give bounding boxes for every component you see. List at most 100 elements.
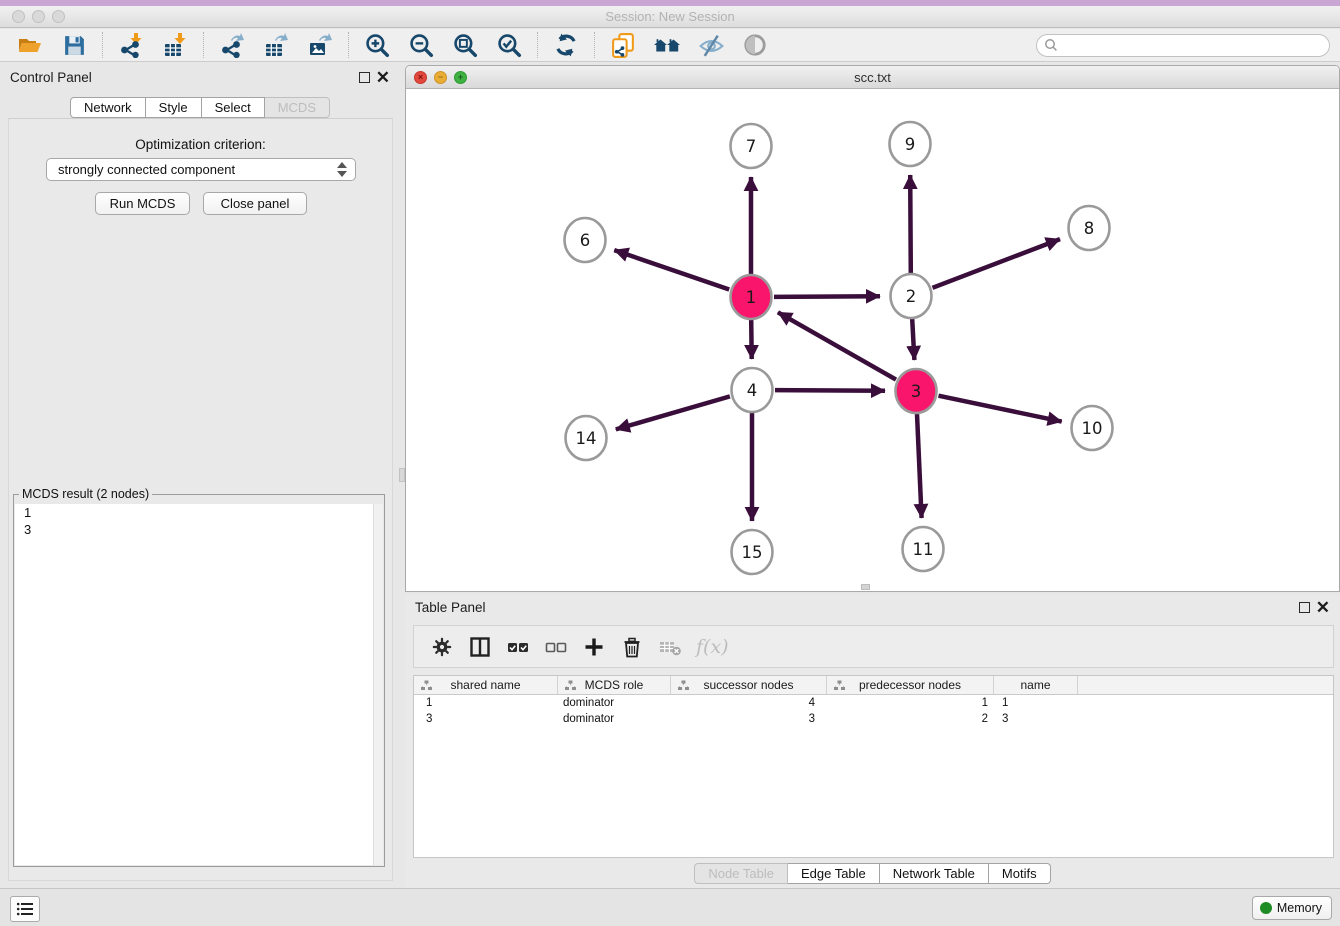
task-history-button[interactable] bbox=[10, 896, 40, 922]
graph-edge-3-10[interactable] bbox=[939, 396, 1062, 422]
zoom-in-button[interactable] bbox=[362, 30, 392, 60]
zoom-fit-button[interactable] bbox=[450, 30, 480, 60]
graph-edge-1-2[interactable] bbox=[774, 296, 880, 297]
column-header-name[interactable]: name bbox=[994, 676, 1078, 694]
graph-edge-3-11[interactable] bbox=[917, 414, 922, 518]
divider-grabber[interactable] bbox=[399, 468, 405, 482]
cell-successor-nodes[interactable]: 4 bbox=[671, 695, 827, 711]
run-mcds-button[interactable]: Run MCDS bbox=[95, 192, 190, 215]
graph-edge-2-3[interactable] bbox=[912, 319, 914, 360]
control-panel-tabs: Network Style Select MCDS bbox=[0, 97, 400, 118]
memory-button[interactable]: Memory bbox=[1252, 896, 1332, 920]
cell-predecessor-nodes[interactable]: 1 bbox=[827, 695, 994, 711]
column-type-icon bbox=[834, 680, 845, 691]
tab-node-table[interactable]: Node Table bbox=[694, 863, 788, 884]
graph-node-11[interactable]: 11 bbox=[903, 527, 944, 571]
mcds-result-line: 1 bbox=[15, 504, 383, 521]
run-mcds-label: Run MCDS bbox=[110, 196, 176, 211]
tab-select[interactable]: Select bbox=[202, 97, 265, 118]
apply-function-button[interactable]: f(x) bbox=[696, 635, 729, 659]
tab-style[interactable]: Style bbox=[146, 97, 202, 118]
network-canvas[interactable]: 7 9 6 8 1 2 4 3 14 10 15 11 bbox=[406, 89, 1339, 591]
graph-node-10[interactable]: 10 bbox=[1072, 406, 1113, 450]
cell-mcds-role[interactable]: dominator bbox=[558, 711, 671, 727]
graph-node-9[interactable]: 9 bbox=[890, 122, 931, 166]
graph-node-6[interactable]: 6 bbox=[565, 218, 606, 262]
graph-node-15[interactable]: 15 bbox=[732, 530, 773, 574]
graph-node-label: 10 bbox=[1082, 419, 1103, 438]
tab-network-table[interactable]: Network Table bbox=[880, 863, 989, 884]
network-window-titlebar[interactable]: × − + scc.txt bbox=[406, 66, 1339, 89]
graph-edge-2-9[interactable] bbox=[910, 175, 911, 273]
cell-shared-name[interactable]: 1 bbox=[414, 695, 558, 711]
criterion-select[interactable]: strongly connected component bbox=[46, 158, 356, 181]
canvas-grabber[interactable] bbox=[861, 584, 870, 590]
table-row[interactable]: 1 dominator 4 1 1 bbox=[414, 695, 1333, 711]
cell-name[interactable]: 1 bbox=[994, 695, 1078, 711]
graph-edge-2-8[interactable] bbox=[933, 239, 1061, 288]
float-table-panel-icon[interactable] bbox=[1299, 602, 1310, 613]
export-network-icon bbox=[219, 32, 245, 58]
close-panel-button[interactable]: Close panel bbox=[203, 192, 307, 215]
graph-edge-4-14[interactable] bbox=[616, 396, 730, 429]
toolbar-separator bbox=[203, 32, 204, 58]
save-session-button[interactable] bbox=[59, 30, 89, 60]
export-table-button[interactable] bbox=[261, 30, 291, 60]
column-header-predecessor-nodes[interactable]: predecessor nodes bbox=[827, 676, 994, 694]
column-header-successor-nodes[interactable]: successor nodes bbox=[671, 676, 827, 694]
graph-edge-1-6[interactable] bbox=[614, 250, 729, 289]
column-header-shared-name[interactable]: shared name bbox=[414, 676, 558, 694]
cell-shared-name[interactable]: 3 bbox=[414, 711, 558, 727]
graph-node-3[interactable]: 3 bbox=[896, 369, 937, 413]
column-type-icon bbox=[678, 680, 689, 691]
search-input[interactable] bbox=[1058, 37, 1329, 54]
export-network-button[interactable] bbox=[217, 30, 247, 60]
column-type-icon bbox=[565, 680, 576, 691]
graph-node-8[interactable]: 8 bbox=[1069, 206, 1110, 250]
float-panel-icon[interactable] bbox=[359, 72, 370, 83]
import-network-button[interactable] bbox=[116, 30, 146, 60]
delete-rows-button[interactable] bbox=[620, 635, 644, 659]
graph-node-7[interactable]: 7 bbox=[731, 124, 772, 168]
zoom-out-button[interactable] bbox=[406, 30, 436, 60]
zoom-in-icon bbox=[364, 32, 390, 58]
show-all-button[interactable] bbox=[652, 30, 682, 60]
hide-graphics-button[interactable] bbox=[696, 30, 726, 60]
close-panel-icon[interactable]: ✕ bbox=[376, 72, 390, 83]
export-image-button[interactable] bbox=[305, 30, 335, 60]
graph-node-2[interactable]: 2 bbox=[891, 274, 932, 318]
tab-edge-table[interactable]: Edge Table bbox=[788, 863, 880, 884]
cell-name[interactable]: 3 bbox=[994, 711, 1078, 727]
cell-mcds-role[interactable]: dominator bbox=[558, 695, 671, 711]
zoom-selected-button[interactable] bbox=[494, 30, 524, 60]
graph-node-label: 2 bbox=[906, 287, 917, 306]
search-field[interactable] bbox=[1036, 34, 1330, 57]
column-label: successor nodes bbox=[703, 678, 793, 692]
delete-column-button[interactable] bbox=[658, 635, 682, 659]
close-table-panel-icon[interactable]: ✕ bbox=[1316, 602, 1330, 613]
cell-predecessor-nodes[interactable]: 2 bbox=[827, 711, 994, 727]
tab-motifs[interactable]: Motifs bbox=[989, 863, 1051, 884]
graph-edge-3-1[interactable] bbox=[778, 312, 896, 379]
deselect-all-button[interactable] bbox=[544, 635, 568, 659]
graph-node-1[interactable]: 1 bbox=[731, 275, 772, 319]
column-header-mcds-role[interactable]: MCDS role bbox=[558, 676, 671, 694]
graph-edge-1-4[interactable] bbox=[751, 320, 752, 359]
result-scrollbar[interactable] bbox=[373, 504, 383, 865]
graph-node-14[interactable]: 14 bbox=[566, 416, 607, 460]
birds-eye-button[interactable] bbox=[740, 30, 770, 60]
network-from-selection-button[interactable] bbox=[608, 30, 638, 60]
tab-mcds[interactable]: MCDS bbox=[265, 97, 330, 118]
cell-successor-nodes[interactable]: 3 bbox=[671, 711, 827, 727]
show-columns-button[interactable] bbox=[468, 635, 492, 659]
select-all-button[interactable] bbox=[506, 635, 530, 659]
graph-node-4[interactable]: 4 bbox=[732, 368, 773, 412]
table-settings-button[interactable] bbox=[430, 635, 454, 659]
table-row[interactable]: 3 dominator 3 2 3 bbox=[414, 711, 1333, 727]
import-table-button[interactable] bbox=[160, 30, 190, 60]
tab-network[interactable]: Network bbox=[70, 97, 146, 118]
open-session-button[interactable] bbox=[15, 30, 45, 60]
add-column-button[interactable] bbox=[582, 635, 606, 659]
graph-edge-4-3[interactable] bbox=[775, 390, 885, 391]
apply-layout-button[interactable] bbox=[551, 30, 581, 60]
